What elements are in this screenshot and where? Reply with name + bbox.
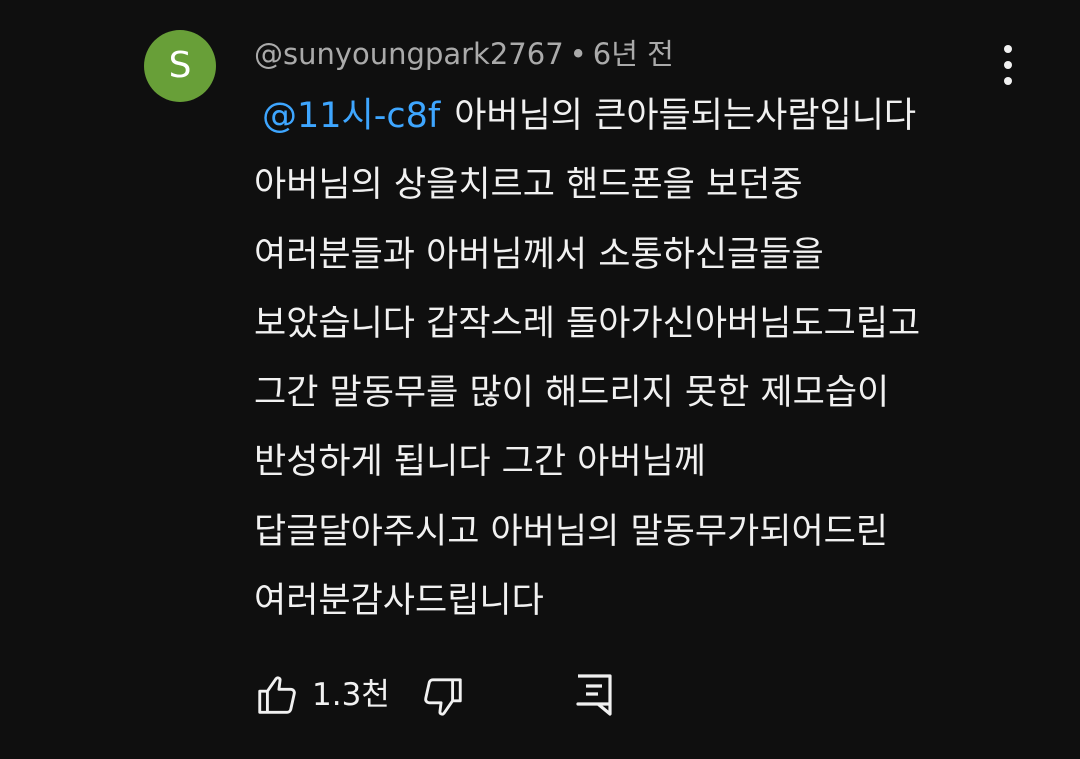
comment-line: 여러분들과 아버님께서 소통하신글들을 <box>254 234 824 275</box>
comment-line: 보았습니다 갑작스레 돌아가신아버님도그립고 <box>254 303 921 344</box>
comment-reply-icon <box>576 674 612 716</box>
comment-line: 여러분감사드립니다 <box>254 581 544 622</box>
author-handle[interactable]: @sunyoungpark2767 <box>254 37 564 71</box>
header-separator: • <box>569 37 587 71</box>
thumbs-up-icon <box>258 676 296 714</box>
more-vert-icon-dot <box>1004 61 1012 69</box>
avatar[interactable]: S <box>144 30 216 102</box>
dislike-button[interactable] <box>420 674 466 720</box>
like-button[interactable] <box>254 672 300 718</box>
thumbs-down-icon <box>424 678 462 716</box>
comment-line: 그간 말동무를 많이 해드리지 못한 제모습이 <box>254 373 890 414</box>
comment-line: 답글달아주시고 아버님의 말동무가되어드린 <box>254 511 889 552</box>
comment-time[interactable]: 6년 전 <box>593 37 674 71</box>
like-count: 1.3천 <box>312 677 390 713</box>
comment-line-text: 아버님의 큰아들되는사람입니다 <box>454 96 917 136</box>
comment-header: @sunyoungpark2767 • 6년 전 <box>254 34 674 74</box>
comment-body: @11시-c8f 아버님의 큰아들되는사람입니다 아버님의 상을치르고 핸드폰을 … <box>254 82 1054 636</box>
comment-line: @11시-c8f 아버님의 큰아들되는사람입니다 <box>254 82 1054 151</box>
more-vert-icon <box>1004 45 1012 53</box>
comment-line: 반성하게 됩니다 그간 아버님께 <box>254 442 706 483</box>
comment-actions: 1.3천 <box>254 668 654 724</box>
comment-line: 아버님의 상을치르고 핸드폰을 보던중 <box>254 165 803 206</box>
reply-button[interactable] <box>572 670 616 718</box>
mention-link[interactable]: @11시-c8f <box>262 96 440 136</box>
avatar-letter: S <box>168 45 192 86</box>
